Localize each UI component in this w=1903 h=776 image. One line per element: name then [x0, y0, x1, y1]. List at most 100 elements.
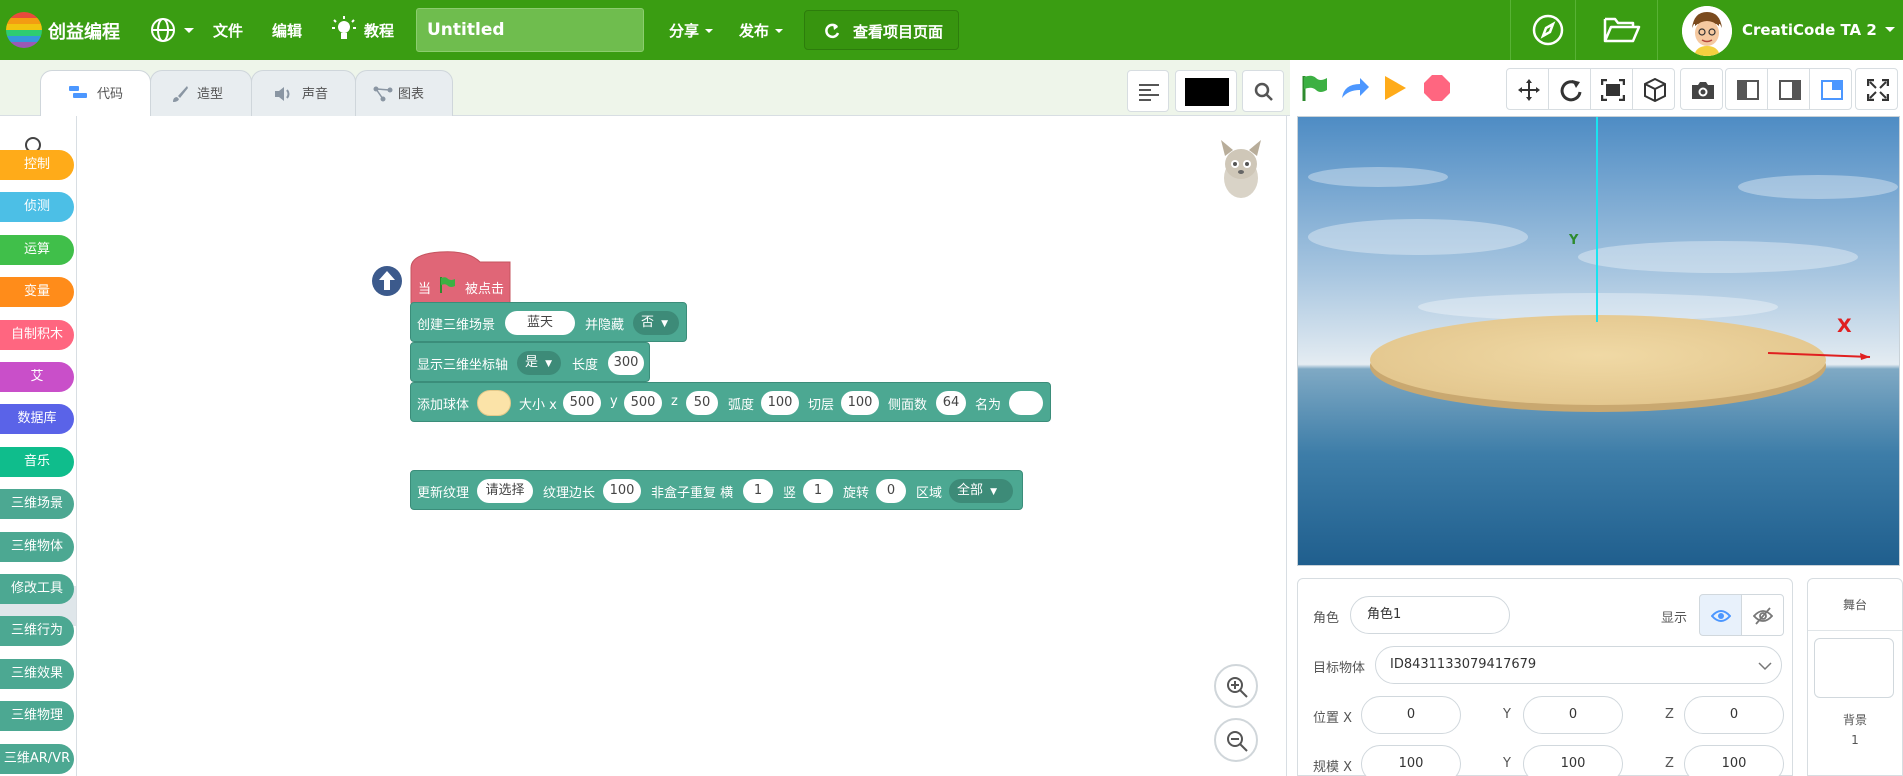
- size-x-input[interactable]: 500: [563, 391, 601, 415]
- view-project-page-button[interactable]: 查看项目页面: [804, 10, 959, 50]
- color-swatch-input[interactable]: [477, 390, 511, 416]
- position-z-input[interactable]: 0: [1684, 696, 1784, 734]
- target-value: ID8431133079417679: [1390, 657, 1537, 672]
- category-button[interactable]: 三维场景: [0, 489, 74, 520]
- user-name[interactable]: CreatiCode TA 2: [1742, 21, 1877, 39]
- sides-input[interactable]: 64: [936, 391, 966, 415]
- create-3d-scene-block[interactable]: 创建三维场景 蓝天 并隐藏 否 ▼: [410, 302, 687, 342]
- show-3d-axis-block[interactable]: 显示三维坐标轴 是 ▼ 长度 300: [410, 342, 650, 382]
- menu-publish[interactable]: 发布: [739, 20, 784, 41]
- tab-charts[interactable]: 图表: [355, 70, 453, 116]
- category-button[interactable]: 三维AR/VR: [0, 743, 74, 774]
- category-button[interactable]: 三维效果: [0, 658, 74, 689]
- when-flag-clicked-block[interactable]: 当 被点击: [410, 248, 512, 304]
- area-value: 全部: [957, 483, 984, 498]
- repeat-v-input[interactable]: 1: [803, 479, 833, 503]
- globe-icon: [151, 18, 175, 42]
- hide-dropdown[interactable]: 否 ▼: [633, 311, 679, 335]
- edge-input[interactable]: 100: [603, 479, 641, 503]
- scale-x-input[interactable]: 100: [1361, 745, 1461, 776]
- category-button[interactable]: 音乐: [0, 446, 74, 477]
- category-button[interactable]: 艾: [0, 362, 74, 392]
- color-picker-button[interactable]: [1175, 70, 1237, 112]
- normal-stage-button[interactable]: [1767, 68, 1810, 110]
- position-y-input[interactable]: 0: [1523, 696, 1623, 734]
- category-button[interactable]: 三维物理: [0, 701, 74, 732]
- category-button[interactable]: 运算: [0, 234, 74, 265]
- project-title-input[interactable]: Untitled: [416, 8, 644, 52]
- forward-arrow-icon[interactable]: [1340, 76, 1370, 100]
- menu-tutorial[interactable]: 教程: [364, 20, 394, 41]
- scale-y-input[interactable]: 100: [1523, 745, 1623, 776]
- sprite-name-input[interactable]: 角色1: [1350, 596, 1510, 634]
- category-button[interactable]: 修改工具: [0, 574, 74, 604]
- avatar[interactable]: [1682, 6, 1732, 56]
- scale-z-input[interactable]: 100: [1684, 745, 1784, 776]
- folder-icon[interactable]: [1603, 15, 1641, 49]
- area-dropdown[interactable]: 全部 ▼: [949, 479, 1013, 503]
- camera-button[interactable]: [1680, 68, 1723, 110]
- hide-sprite-button[interactable]: [1741, 594, 1784, 636]
- camera-icon: [1692, 82, 1714, 99]
- fit-button[interactable]: [1590, 68, 1633, 110]
- zoom-out-button[interactable]: [1214, 718, 1258, 762]
- size-y-input[interactable]: 500: [624, 391, 662, 415]
- add-sphere-block[interactable]: 添加球体 大小 x 500 y 500 z 50 弧度 100 切层 100 侧…: [410, 382, 1051, 422]
- tab-costumes[interactable]: 造型: [150, 70, 252, 116]
- menu-edit[interactable]: 编辑: [272, 20, 302, 41]
- caret-down-icon[interactable]: [1884, 24, 1896, 36]
- stage-selector-panel[interactable]: 舞台 背景 1: [1807, 578, 1903, 776]
- stage-thumbnail[interactable]: [1814, 638, 1894, 698]
- large-stage-button[interactable]: [1809, 68, 1852, 110]
- view-project-label: 查看项目页面: [853, 23, 944, 41]
- code-workspace[interactable]: 当 被点击 创建三维场景 蓝天 并隐藏 否 ▼ 显示三维坐标轴 是 ▼ 长度 3…: [77, 116, 1286, 776]
- name-input[interactable]: [1009, 391, 1043, 415]
- rotate-button[interactable]: [1548, 68, 1591, 110]
- stage-3d-view[interactable]: Y X: [1297, 116, 1900, 566]
- align-button[interactable]: [1127, 70, 1169, 112]
- category-button[interactable]: 三维物体: [0, 531, 74, 562]
- axis-x-label: X: [1837, 315, 1852, 337]
- category-button[interactable]: 控制: [0, 150, 74, 180]
- category-button[interactable]: 数据库: [0, 404, 74, 435]
- target-object-select[interactable]: ID8431133079417679: [1375, 646, 1782, 684]
- show-sprite-button[interactable]: [1699, 594, 1742, 636]
- arc-input[interactable]: 100: [761, 391, 799, 415]
- move-button[interactable]: [1506, 68, 1549, 110]
- scene-input[interactable]: 蓝天: [505, 311, 575, 335]
- tab-code[interactable]: 代码: [40, 70, 151, 117]
- category-button[interactable]: 侦测: [0, 192, 74, 223]
- brand-name[interactable]: 创益编程: [48, 18, 120, 44]
- cube-button[interactable]: [1632, 68, 1675, 110]
- green-flag-icon[interactable]: [1300, 74, 1328, 102]
- axis-dropdown[interactable]: 是 ▼: [517, 351, 561, 375]
- stop-icon[interactable]: [1423, 74, 1451, 102]
- category-button[interactable]: 三维行为: [0, 616, 74, 647]
- fullscreen-button[interactable]: [1855, 68, 1898, 110]
- menu-share[interactable]: 分享: [669, 20, 714, 41]
- texture-dropdown[interactable]: 请选择: [477, 479, 533, 503]
- update-texture-block[interactable]: 更新纹理 请选择 纹理边长 100 非盒子重复 横 1 竖 1 旋转 0 区域 …: [410, 470, 1023, 510]
- tab-sounds[interactable]: 声音: [251, 70, 356, 116]
- align-left-icon: [1139, 84, 1159, 101]
- brand-logo[interactable]: [6, 12, 42, 48]
- repeat-h-input[interactable]: 1: [743, 479, 773, 503]
- menu-file[interactable]: 文件: [213, 20, 243, 41]
- language-menu[interactable]: [150, 17, 195, 47]
- compass-icon[interactable]: [1531, 13, 1565, 51]
- zoom-in-button[interactable]: [1214, 664, 1258, 708]
- play-icon[interactable]: [1382, 74, 1408, 102]
- slice-input[interactable]: 100: [841, 391, 879, 415]
- cube-icon: [1644, 78, 1666, 102]
- category-button[interactable]: 变量: [0, 277, 74, 308]
- eye-slash-icon: [1753, 607, 1773, 625]
- zoom-out-icon: [1227, 731, 1248, 752]
- position-x-input[interactable]: 0: [1361, 696, 1461, 734]
- size-z-input[interactable]: 50: [686, 391, 718, 415]
- small-stage-button[interactable]: [1725, 68, 1768, 110]
- category-button[interactable]: 自制积木: [0, 319, 74, 350]
- rotate-input[interactable]: 0: [876, 479, 906, 503]
- arrow-up-icon[interactable]: [371, 265, 403, 297]
- length-input[interactable]: 300: [608, 351, 644, 375]
- search-button[interactable]: [1242, 70, 1284, 112]
